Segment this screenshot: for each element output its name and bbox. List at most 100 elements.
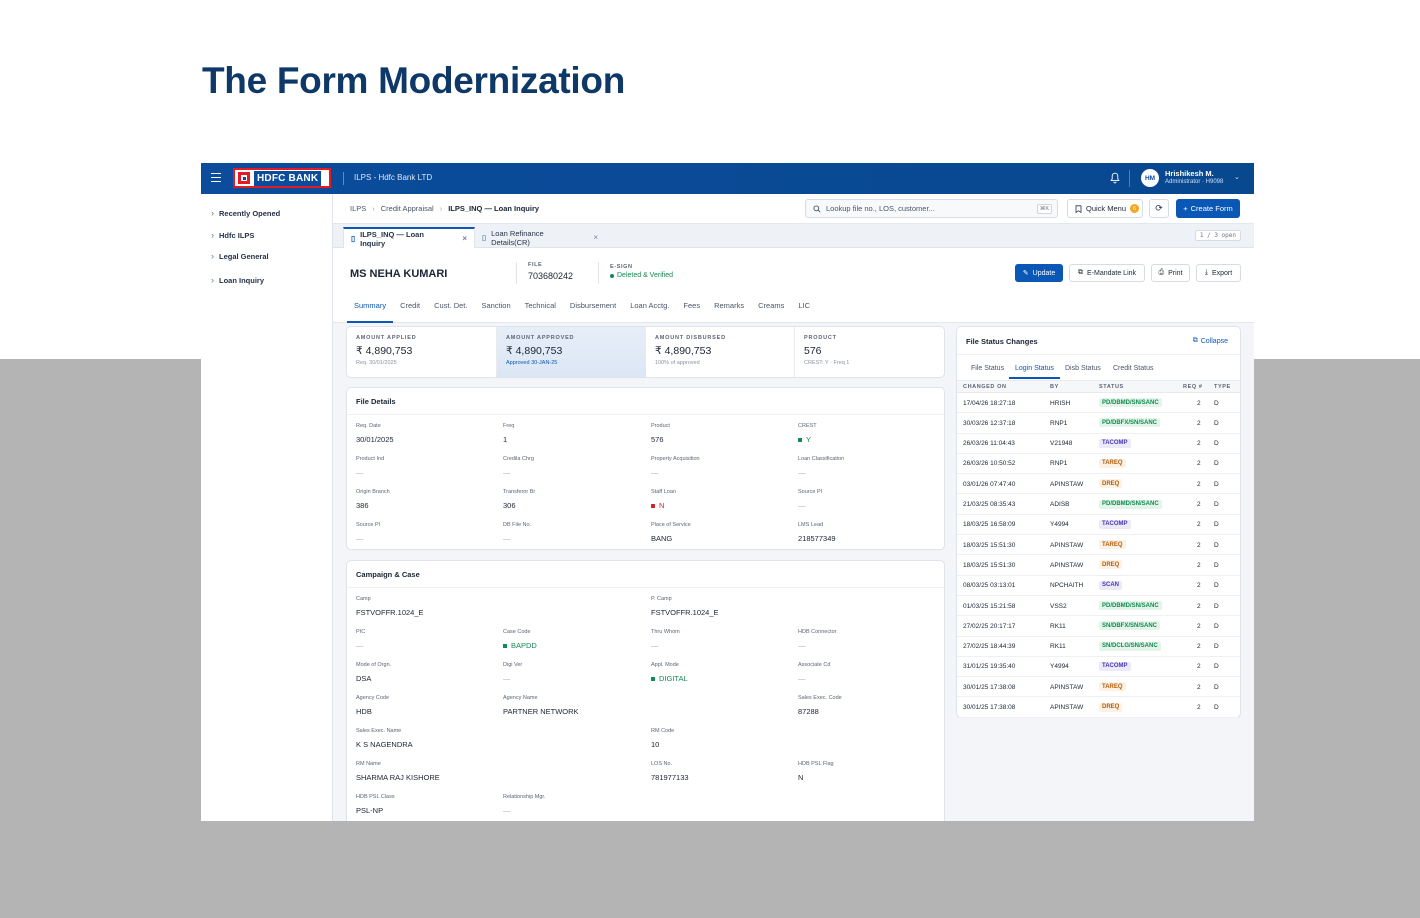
refresh-icon: ⟳ xyxy=(1155,203,1163,213)
tab-creams[interactable]: Creams xyxy=(751,297,791,317)
tab-loan-acctg[interactable]: Loan Acctg. xyxy=(623,297,676,317)
table-row[interactable]: 17/04/26 18:27:18 HRISH 2 D PD/DBMD/SN/SANC xyxy=(957,393,1240,414)
close-icon[interactable]: × xyxy=(462,234,467,243)
table-row[interactable]: 31/01/25 19:35:40 Y4994 2 D TACOMP xyxy=(957,657,1240,678)
field-label-product: Product xyxy=(651,423,670,429)
sidebar-item-legal-general[interactable]: › Legal General xyxy=(211,251,269,261)
update-button[interactable]: ✎ Update xyxy=(1015,264,1063,282)
field-label-property-acquisition: Property Acquisition xyxy=(651,456,700,462)
cell-req: 2 xyxy=(1197,561,1201,569)
field-value-relationship-mgr: — xyxy=(503,806,511,815)
field-label-staff-loan: Staff Loan xyxy=(651,489,676,495)
table-row[interactable]: 30/01/25 17:38:08 APINSTAW 2 D TAREQ xyxy=(957,677,1240,698)
close-icon[interactable]: × xyxy=(593,233,598,242)
field-label-loan-classification: Loan Classification xyxy=(798,456,845,462)
bell-icon[interactable] xyxy=(1110,172,1120,184)
tab-login-status[interactable]: Login Status xyxy=(1015,365,1054,372)
file-status-panel: File Status Changes ⧉ Collapse File Statu… xyxy=(956,326,1241,718)
sidebar-item-recently-opened[interactable]: › Recently Opened xyxy=(211,208,280,218)
field-label-req-date: Req. Date xyxy=(356,423,381,429)
sidebar-item-loan-inquiry[interactable]: › Loan Inquiry xyxy=(211,275,264,285)
hero-title: The Form Modernization xyxy=(202,60,626,101)
table-row[interactable]: 27/02/25 18:44:39 RK11 2 D SN/DCLG/SN/SANC xyxy=(957,637,1240,657)
table-row[interactable]: 18/03/25 16:58:09 Y4994 2 D TACOMP xyxy=(957,515,1240,536)
cell-on: 26/03/26 11:04:43 xyxy=(963,440,1015,448)
field-value-hdb-psl-flag: N xyxy=(798,773,804,782)
table-row[interactable]: 30/03/26 12:37:18 RNP1 2 D PD/DBFX/SN/SANC xyxy=(957,413,1240,434)
tab-lic[interactable]: LIC xyxy=(791,297,817,317)
tab-disb-status[interactable]: Disb Status xyxy=(1065,365,1101,372)
menu-icon[interactable] xyxy=(211,173,221,183)
cell-type: D xyxy=(1214,622,1219,630)
field-label-rm-code: RM Code xyxy=(651,728,675,734)
external-link-icon: ⧉ xyxy=(1077,269,1083,276)
collapse-button[interactable]: ⧉ Collapse xyxy=(1193,337,1228,345)
table-row[interactable]: 27/02/25 20:17:17 RK11 2 D SN/DBFX/SN/SANC xyxy=(957,616,1240,637)
quick-menu-badge: 6 xyxy=(1130,204,1140,213)
tab-file-status[interactable]: File Status xyxy=(971,365,1004,372)
print-icon: ⎙ xyxy=(1158,269,1165,276)
field-value-thru-whom: — xyxy=(651,641,659,650)
table-row[interactable]: 03/01/26 07:47:40 APINSTAW 2 D DREQ xyxy=(957,474,1240,495)
tab-fees[interactable]: Fees xyxy=(676,297,707,317)
tab-remarks[interactable]: Remarks xyxy=(707,297,751,317)
table-row[interactable]: 08/03/25 03:13:01 NPCHAITH 2 D SCAN xyxy=(957,576,1240,596)
tab-disbursement[interactable]: Disbursement xyxy=(563,297,623,317)
tab-summary[interactable]: Summary xyxy=(347,297,394,323)
create-form-button[interactable]: + Create Form xyxy=(1176,199,1240,218)
status-panel-title: File Status Changes xyxy=(966,337,1038,346)
cell-req: 2 xyxy=(1197,521,1201,529)
emandate-link-button[interactable]: ⧉ E-Mandate Link xyxy=(1069,264,1145,282)
export-button[interactable]: ⤓ Export xyxy=(1196,264,1241,282)
cell-type: D xyxy=(1214,643,1219,651)
avatar[interactable]: HM xyxy=(1141,169,1159,187)
field-value-rm-name: SHARMA RAJ KISHORE xyxy=(356,773,440,782)
status-badge: TAREQ xyxy=(1099,458,1126,468)
field-value-db-file-no: — xyxy=(503,534,511,543)
search-shortcut: ⌘K xyxy=(1036,204,1052,214)
chevron-down-icon[interactable]: ⌄ xyxy=(1234,173,1240,181)
cell-by: RNP1 xyxy=(1050,460,1068,468)
field-value-source-pi: — xyxy=(798,501,806,510)
field-label-relationship-mgr: Relationship Mgr. xyxy=(503,794,546,800)
table-row[interactable]: 18/03/25 15:51:30 APINSTAW 2 D DREQ xyxy=(957,555,1240,576)
status-dot-icon xyxy=(798,437,802,442)
field-value-agency-code: HDB xyxy=(356,707,372,716)
sidebar: › Recently Opened › Hdfc ILPS › Legal Gener… xyxy=(201,194,333,821)
table-row[interactable]: 01/03/25 15:21:58 VSS2 2 D PD/DBMD/SN/SANC xyxy=(957,596,1240,617)
status-badge: TACOMP xyxy=(1099,519,1131,529)
kpi-amount-disbursed: AMOUNT DISBURSED ₹ 4,890,753 100% of appro… xyxy=(646,327,795,377)
field-label-agency-code: Agency Code xyxy=(356,695,390,701)
cell-on: 08/03/25 03:13:01 xyxy=(963,582,1016,590)
print-button[interactable]: ⎙ Print xyxy=(1151,264,1190,282)
table-row[interactable]: 18/03/25 15:51:30 APINSTAW 2 D TAREQ xyxy=(957,535,1240,556)
tab-loan-refinance[interactable]: ▯ Loan Refinance Details(CR) × xyxy=(475,227,605,248)
breadcrumb-item[interactable]: ILPS xyxy=(350,204,366,213)
quick-menu-button[interactable]: Quick Menu 6 xyxy=(1067,199,1143,218)
table-row[interactable]: 30/01/25 17:38:08 APINSTAW 2 D DREQ xyxy=(957,698,1240,718)
file-details-card: File Details Req. Date 30/01/2025 Freq 1 Pro… xyxy=(346,387,945,550)
tab-loan-inquiry[interactable]: ▯ ILPS_INQ — Loan Inquiry × xyxy=(343,227,475,248)
cell-by: APINSTAW xyxy=(1050,480,1084,488)
table-row[interactable]: 26/03/26 10:50:52 RNP1 2 D TAREQ xyxy=(957,454,1240,475)
search-input[interactable]: Lookup file no., LOS, customer... ⌘K xyxy=(805,199,1058,218)
tab-sanction[interactable]: Sanction xyxy=(474,297,517,317)
table-row[interactable]: 26/03/26 11:04:43 V21948 2 D TACOMP xyxy=(957,434,1240,454)
tab-credit-status[interactable]: Credit Status xyxy=(1113,365,1153,372)
cell-on: 30/01/25 17:38:08 xyxy=(963,683,1016,691)
status-badge: SN/DBFX/SN/SANC xyxy=(1099,621,1161,631)
field-value-product: 576 xyxy=(651,435,664,444)
refresh-button[interactable]: ⟳ xyxy=(1149,199,1169,218)
table-row[interactable]: 21/03/25 08:35:43 ADISB 2 D PD/DBMD/SN/SANC xyxy=(957,495,1240,515)
field-value-hdb-psl-class: PSL-NP xyxy=(356,806,384,815)
sidebar-item-hdfc-ilps[interactable]: › Hdfc ILPS xyxy=(211,230,254,240)
user-name[interactable]: Hrishikesh M. xyxy=(1165,169,1214,178)
tab-technical[interactable]: Technical xyxy=(518,297,563,317)
tab-cust-det[interactable]: Cust. Det. xyxy=(427,297,474,317)
campaign-card: Campaign & Case Camp FSTVOFFR.1024_E P. Ca… xyxy=(346,560,945,821)
cell-on: 27/02/25 18:44:39 xyxy=(963,643,1016,651)
field-label-los-no: LOS No. xyxy=(651,761,673,767)
breadcrumb-item[interactable]: Credit Appraisal xyxy=(381,204,434,213)
toolbar: ILPS › Credit Appraisal › ILPS_INQ — Loan … xyxy=(333,194,1254,224)
tab-credit[interactable]: Credit xyxy=(393,297,427,317)
